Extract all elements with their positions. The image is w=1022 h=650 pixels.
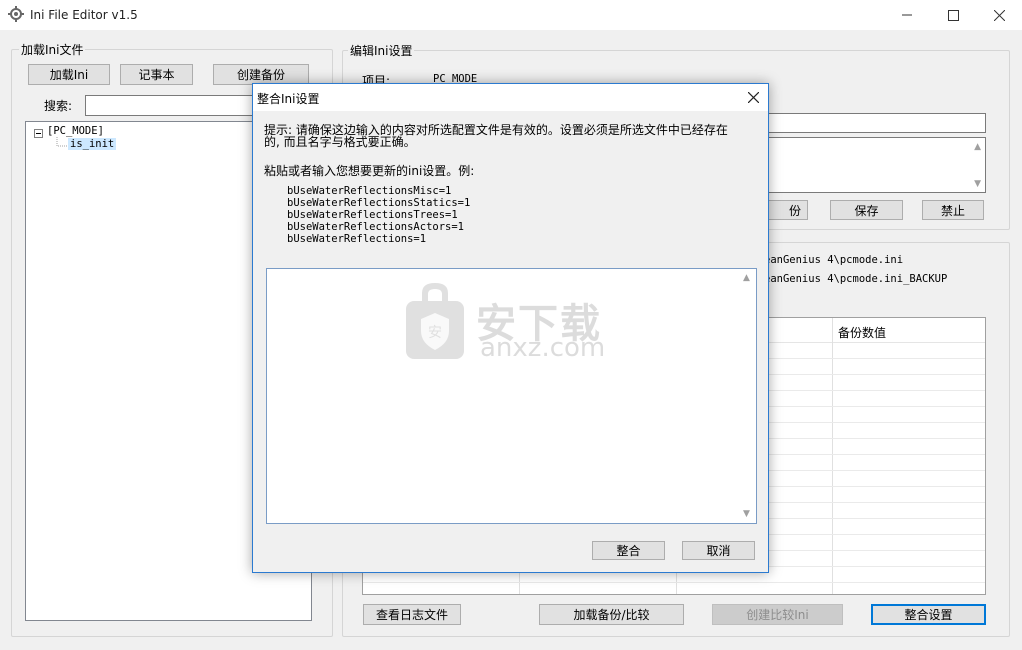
example-line: bUseWaterReflections=1 <box>287 233 427 245</box>
settings-textarea[interactable]: ▲ ▼ 安 安下载 anxz.com <box>266 268 757 524</box>
value-input[interactable] <box>764 113 986 133</box>
scroll-down-icon[interactable]: ▼ <box>974 179 981 189</box>
example-line: bUseWaterReflectionsActors=1 <box>287 221 465 233</box>
create-compare-button[interactable]: 创建比较Ini <box>712 604 843 625</box>
table-header-backup-value[interactable]: 备份数值 <box>838 324 886 341</box>
example-list: bUseWaterReflectionsMisc=1 bUseWaterRefl… <box>287 185 470 245</box>
load-ini-group-title: 加载Ini文件 <box>19 41 86 58</box>
app-gear-icon <box>8 6 24 25</box>
example-line: bUseWaterReflectionsMisc=1 <box>287 185 452 197</box>
scroll-up-icon[interactable]: ▲ <box>743 273 750 283</box>
tree-collapse-icon[interactable] <box>34 127 43 141</box>
scroll-down-icon[interactable]: ▼ <box>743 509 750 519</box>
maximize-icon[interactable] <box>930 0 976 30</box>
disable-button[interactable]: 禁止 <box>922 200 984 220</box>
ini-path-label: eanGenius 4\pcmode.ini <box>764 254 904 266</box>
example-line: bUseWaterReflectionsStatics=1 <box>287 197 471 209</box>
dialog-cancel-button[interactable]: 取消 <box>682 541 755 560</box>
dialog-close-icon[interactable] <box>739 84 768 111</box>
search-label: 搜索: <box>44 99 73 113</box>
load-compare-button[interactable]: 加载备份/比较 <box>539 604 684 625</box>
example-line: bUseWaterReflectionsTrees=1 <box>287 209 458 221</box>
textarea-scrollbar[interactable]: ▲ ▼ <box>739 269 756 523</box>
col-divider-3 <box>832 318 833 594</box>
row-line <box>363 582 985 583</box>
save-button[interactable]: 保存 <box>830 200 903 220</box>
window-title: Ini File Editor v1.5 <box>30 8 138 22</box>
view-log-button[interactable]: 查看日志文件 <box>363 604 461 625</box>
dialog-hint-line2: 的, 而且名字与格式要正确。 <box>264 135 416 149</box>
watermark-en: anxz.com <box>480 333 606 363</box>
comment-textarea[interactable]: ▲ ▼ <box>764 137 986 193</box>
dialog-instruction: 粘贴或者输入您想要更新的ini设置。例: <box>264 164 475 178</box>
dialog-merge-button[interactable]: 整合 <box>592 541 665 560</box>
tree-child-node[interactable]: is_init <box>68 138 117 150</box>
backup-button-label: 份 <box>788 203 801 218</box>
tree-root-node[interactable]: [PC_MODE] <box>47 125 104 137</box>
title-bar: Ini File Editor v1.5 <box>0 0 1022 30</box>
create-backup-button[interactable]: 创建备份 <box>213 64 309 85</box>
backup-path-label: eanGenius 4\pcmode.ini_BACKUP <box>764 273 948 285</box>
svg-text:安: 安 <box>428 325 442 341</box>
watermark-shield-icon: 安 <box>406 283 464 359</box>
close-icon[interactable] <box>976 0 1022 30</box>
merge-ini-dialog: 整合Ini设置 提示: 请确保这边输入的内容对所选配置文件是有效的。设置必须是所… <box>252 83 769 573</box>
dialog-title-bar: 整合Ini设置 <box>253 84 768 111</box>
merge-settings-button[interactable]: 整合设置 <box>871 604 986 625</box>
notepad-button[interactable]: 记事本 <box>120 64 193 85</box>
minimize-icon[interactable] <box>884 0 930 30</box>
scroll-up-icon[interactable]: ▲ <box>974 142 981 152</box>
edit-ini-group-title: 编辑Ini设置 <box>348 42 415 59</box>
load-ini-button[interactable]: 加载Ini <box>28 64 110 85</box>
dialog-title: 整合Ini设置 <box>257 92 320 106</box>
